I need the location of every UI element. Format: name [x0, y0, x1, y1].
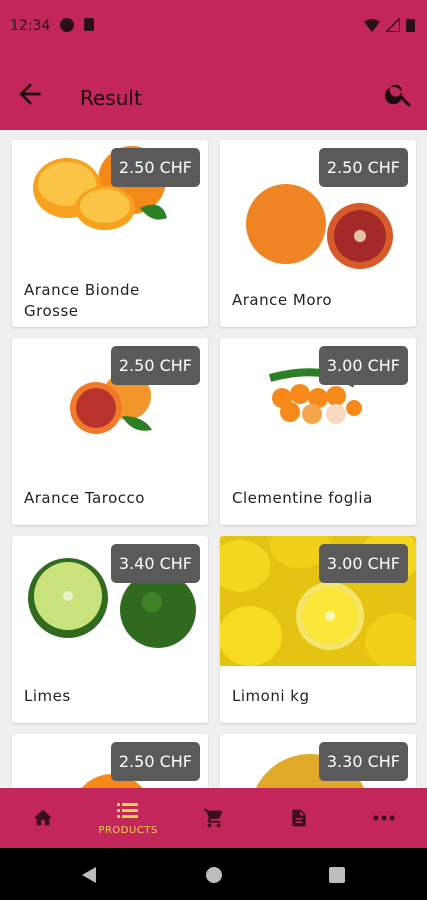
- price-badge: 2.50 CHF: [110, 148, 200, 187]
- status-time: 12:34: [10, 18, 51, 34]
- wifi-icon: [364, 19, 380, 32]
- product-card[interactable]: 2.50 CHF Arance Bionde Grosse: [12, 140, 208, 327]
- cart-icon: [203, 808, 223, 828]
- nav-home[interactable]: [0, 788, 85, 848]
- nav-products[interactable]: PRODUCTS: [85, 788, 170, 848]
- status-bar: 12:34: [0, 0, 427, 56]
- system-home-icon[interactable]: [205, 866, 223, 884]
- app-bar: Result: [0, 56, 427, 130]
- page-title: Result: [80, 86, 142, 110]
- nav-documents[interactable]: [256, 788, 341, 848]
- more-icon: [373, 815, 395, 821]
- battery-icon: [406, 19, 415, 32]
- list-icon: [117, 802, 139, 818]
- product-name: Arance Bionde Grosse: [24, 281, 140, 320]
- nav-products-label: PRODUCTS: [98, 824, 158, 836]
- system-recents-icon[interactable]: [328, 866, 346, 884]
- product-name: Limes: [24, 687, 71, 705]
- price-badge: 3.40 CHF: [110, 544, 200, 583]
- product-card[interactable]: 3.40 CHF Limes: [12, 536, 208, 723]
- search-icon[interactable]: [383, 78, 415, 110]
- product-grid: 2.50 CHF Arance Bionde Grosse 2.50 CHF A…: [0, 130, 427, 788]
- bottom-navigation: PRODUCTS: [0, 788, 427, 848]
- price-badge: 2.50 CHF: [110, 346, 200, 385]
- price-badge: 2.50 CHF: [110, 742, 200, 781]
- product-name: Arance Tarocco: [24, 489, 145, 507]
- product-card[interactable]: 3.00 CHF Clementine foglia: [220, 338, 416, 525]
- signal-icon: [386, 18, 400, 32]
- product-card[interactable]: 2.50 CHF Arance Moro: [220, 140, 416, 327]
- status-notification-icons: [60, 18, 94, 32]
- document-icon: [292, 809, 306, 827]
- product-name: Clementine foglia: [232, 489, 373, 507]
- price-badge: 3.00 CHF: [318, 346, 408, 385]
- nav-cart[interactable]: [171, 788, 256, 848]
- system-navigation-bar: [0, 848, 427, 900]
- product-card[interactable]: 3.00 CHF Limoni kg: [220, 536, 416, 723]
- nav-more[interactable]: [342, 788, 427, 848]
- status-system-icons: [364, 18, 415, 32]
- notification-icon: [60, 18, 74, 32]
- home-icon: [33, 809, 52, 826]
- product-card[interactable]: 2.50 CHF: [12, 734, 208, 788]
- back-arrow-icon[interactable]: [14, 78, 46, 110]
- price-badge: 2.50 CHF: [318, 148, 408, 187]
- system-back-icon[interactable]: [80, 866, 98, 884]
- price-badge: 3.00 CHF: [318, 544, 408, 583]
- product-card[interactable]: 3.30 CHF: [220, 734, 416, 788]
- product-card[interactable]: 2.50 CHF Arance Tarocco: [12, 338, 208, 525]
- product-name: Limoni kg: [232, 687, 310, 705]
- price-badge: 3.30 CHF: [318, 742, 408, 781]
- product-name: Arance Moro: [232, 291, 333, 309]
- sim-card-icon: [84, 18, 94, 31]
